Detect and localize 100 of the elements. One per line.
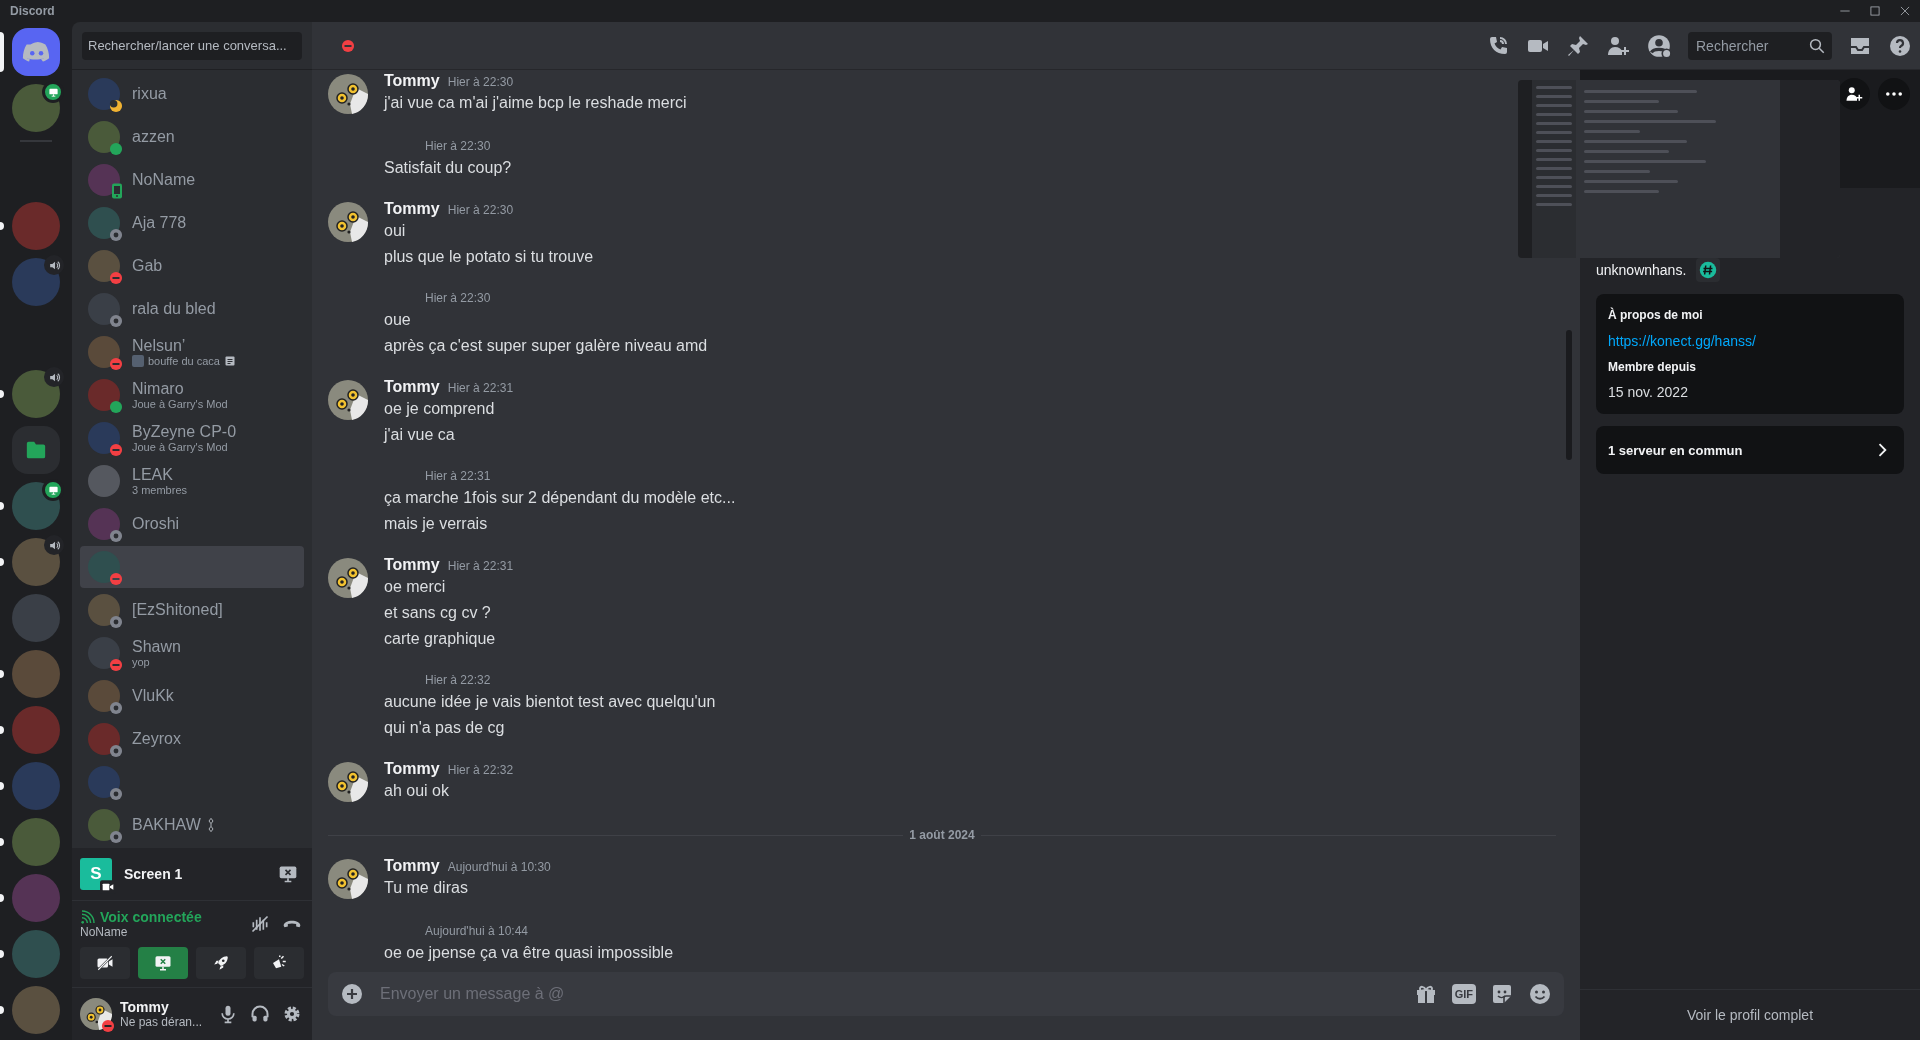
screen-share-icon xyxy=(154,954,172,972)
avatar-drawing xyxy=(328,558,368,598)
add-friend-button[interactable] xyxy=(1838,78,1870,110)
camera-off-icon xyxy=(96,954,114,972)
avatar-drawing xyxy=(328,762,368,802)
profile-username: unknownhans. xyxy=(1596,262,1687,278)
avatar xyxy=(88,336,120,368)
status-text: bouffe du caca xyxy=(148,355,220,367)
mutual-servers-button[interactable]: 1 serveur en commun xyxy=(1596,426,1904,474)
conversation-item[interactable]: rala du bled xyxy=(80,288,304,330)
group-avatar xyxy=(88,465,120,497)
timestamp: Hier à 22:31 xyxy=(425,469,491,483)
conversation-item[interactable]: ByZeyne CP-0 Joue à Garry's Mod xyxy=(80,417,304,459)
headphones-icon xyxy=(250,1004,270,1024)
section-title: À propos de moi xyxy=(1608,308,1704,322)
server-icon[interactable] xyxy=(12,482,60,530)
avatar xyxy=(88,422,120,454)
conversation-search-field[interactable]: Rechercher/lancer une conversa... xyxy=(82,31,302,60)
user-name: Tommy xyxy=(120,999,170,1015)
camera-button[interactable] xyxy=(80,947,130,979)
conversation-item[interactable]: [EzShitoned] xyxy=(80,589,304,631)
window-title: Discord xyxy=(10,4,56,18)
sticker-icon[interactable] xyxy=(1490,982,1514,1006)
timestamp: Hier à 22:30 xyxy=(425,291,491,305)
user-profile-icon[interactable] xyxy=(1646,32,1672,59)
author-name[interactable]: Tommy xyxy=(384,378,440,396)
avatar xyxy=(88,121,120,153)
activity-button[interactable] xyxy=(196,947,246,979)
conversation-name: Nelsun’ xyxy=(132,337,186,355)
conversation-item[interactable]: Oroshi xyxy=(80,503,304,545)
soundboard-button[interactable] xyxy=(254,947,304,979)
conversation-name: Shawn xyxy=(132,638,181,656)
conversation-item[interactable]: Nelsun’ bouffe du caca xyxy=(80,331,304,373)
message-text: et sans cg cv ? xyxy=(384,603,492,623)
message-input[interactable]: Envoyer un message à @ xyxy=(378,984,1400,1004)
author-name[interactable]: Tommy xyxy=(384,760,440,778)
conversation-name: NoName xyxy=(132,171,196,189)
folder-button[interactable] xyxy=(12,426,60,474)
avatar xyxy=(88,164,120,196)
help-icon[interactable] xyxy=(1888,33,1912,58)
note-icon xyxy=(223,355,236,367)
author-name[interactable]: Tommy xyxy=(384,857,440,875)
message-text: plus que le potato si tu trouve xyxy=(384,247,595,267)
maximize-icon xyxy=(1868,4,1882,18)
conversation-item[interactable]: rixua xyxy=(80,73,304,115)
avatar xyxy=(88,594,120,626)
author-name[interactable]: Tommy xyxy=(384,200,440,218)
user-avatar[interactable] xyxy=(12,84,60,132)
message-text: Tu me diras xyxy=(384,878,469,898)
conversation-name: Oroshi xyxy=(132,515,180,533)
author-name[interactable]: Tommy xyxy=(384,556,440,574)
message-text: qui n'a pas de cg xyxy=(384,718,506,738)
scrollbar-thumb[interactable] xyxy=(1566,330,1572,460)
screen-button[interactable] xyxy=(138,947,188,979)
conversation-item[interactable]: Nimaro Joue à Garry's Mod xyxy=(80,374,304,416)
search-icon xyxy=(1808,36,1826,55)
voice-channel[interactable]: NoName xyxy=(80,925,240,939)
home-button[interactable] xyxy=(12,28,60,76)
message-text: ça marche 1fois sur 2 dépendant du modèle etc... xyxy=(384,488,737,508)
message-field[interactable]: Envoyer un message à @ GIF xyxy=(328,972,1564,1016)
plus-icon[interactable] xyxy=(340,982,364,1006)
gif-button[interactable]: GIF xyxy=(1451,984,1476,1004)
conversation-item[interactable]: BAKHAW xyxy=(80,804,304,846)
close-icon xyxy=(1898,4,1912,18)
avatar xyxy=(88,250,120,282)
conversation-item[interactable]: Shawn yop xyxy=(80,632,304,674)
conversation-name: ByZeyne CP-0 xyxy=(132,423,237,441)
microphone-icon xyxy=(218,1004,238,1024)
conversation-name: rixua xyxy=(132,85,167,103)
avatar xyxy=(88,78,120,110)
avatar xyxy=(88,207,120,239)
author-name[interactable]: Tommy xyxy=(384,72,440,90)
emoji-icon[interactable] xyxy=(1528,982,1552,1006)
conversation-item[interactable]: NoName xyxy=(80,159,304,201)
avatar xyxy=(88,637,120,669)
search-input[interactable]: Rechercher xyxy=(1694,36,1808,55)
signal-icon xyxy=(80,909,96,925)
more-button[interactable] xyxy=(1878,78,1910,110)
conversation-item[interactable]: Aja 778 xyxy=(80,202,304,244)
stop-stream-icon xyxy=(278,864,298,884)
status-text: yop xyxy=(132,656,150,668)
profile-link[interactable]: https://konect.gg/hanss/ xyxy=(1608,333,1756,349)
conversation-name: Nimaro xyxy=(132,380,184,398)
message-text: oui xyxy=(384,221,407,241)
conversation-name: LEAK xyxy=(132,466,173,484)
conversation-item[interactable]: Gab xyxy=(80,245,304,287)
conversation-item[interactable]: VluKk xyxy=(80,675,304,717)
conversation-item[interactable]: LEAK 3 membres xyxy=(80,460,304,502)
conversation-item[interactable]: Zeyrox xyxy=(80,718,304,760)
avatar xyxy=(88,508,120,540)
avatar-drawing xyxy=(328,202,368,242)
conversation-item[interactable]: azzen xyxy=(80,116,304,158)
avatar-drawing xyxy=(328,74,368,114)
full-profile-button[interactable]: Voir le profil complet xyxy=(1680,1006,1820,1024)
search-field[interactable]: Rechercher xyxy=(1688,31,1832,60)
pin-icon[interactable] xyxy=(1566,33,1590,58)
avatar xyxy=(88,680,120,712)
avatar xyxy=(88,551,120,583)
conversation-name: Zeyrox xyxy=(132,730,181,748)
timestamp: Hier à 22:32 xyxy=(447,763,514,777)
